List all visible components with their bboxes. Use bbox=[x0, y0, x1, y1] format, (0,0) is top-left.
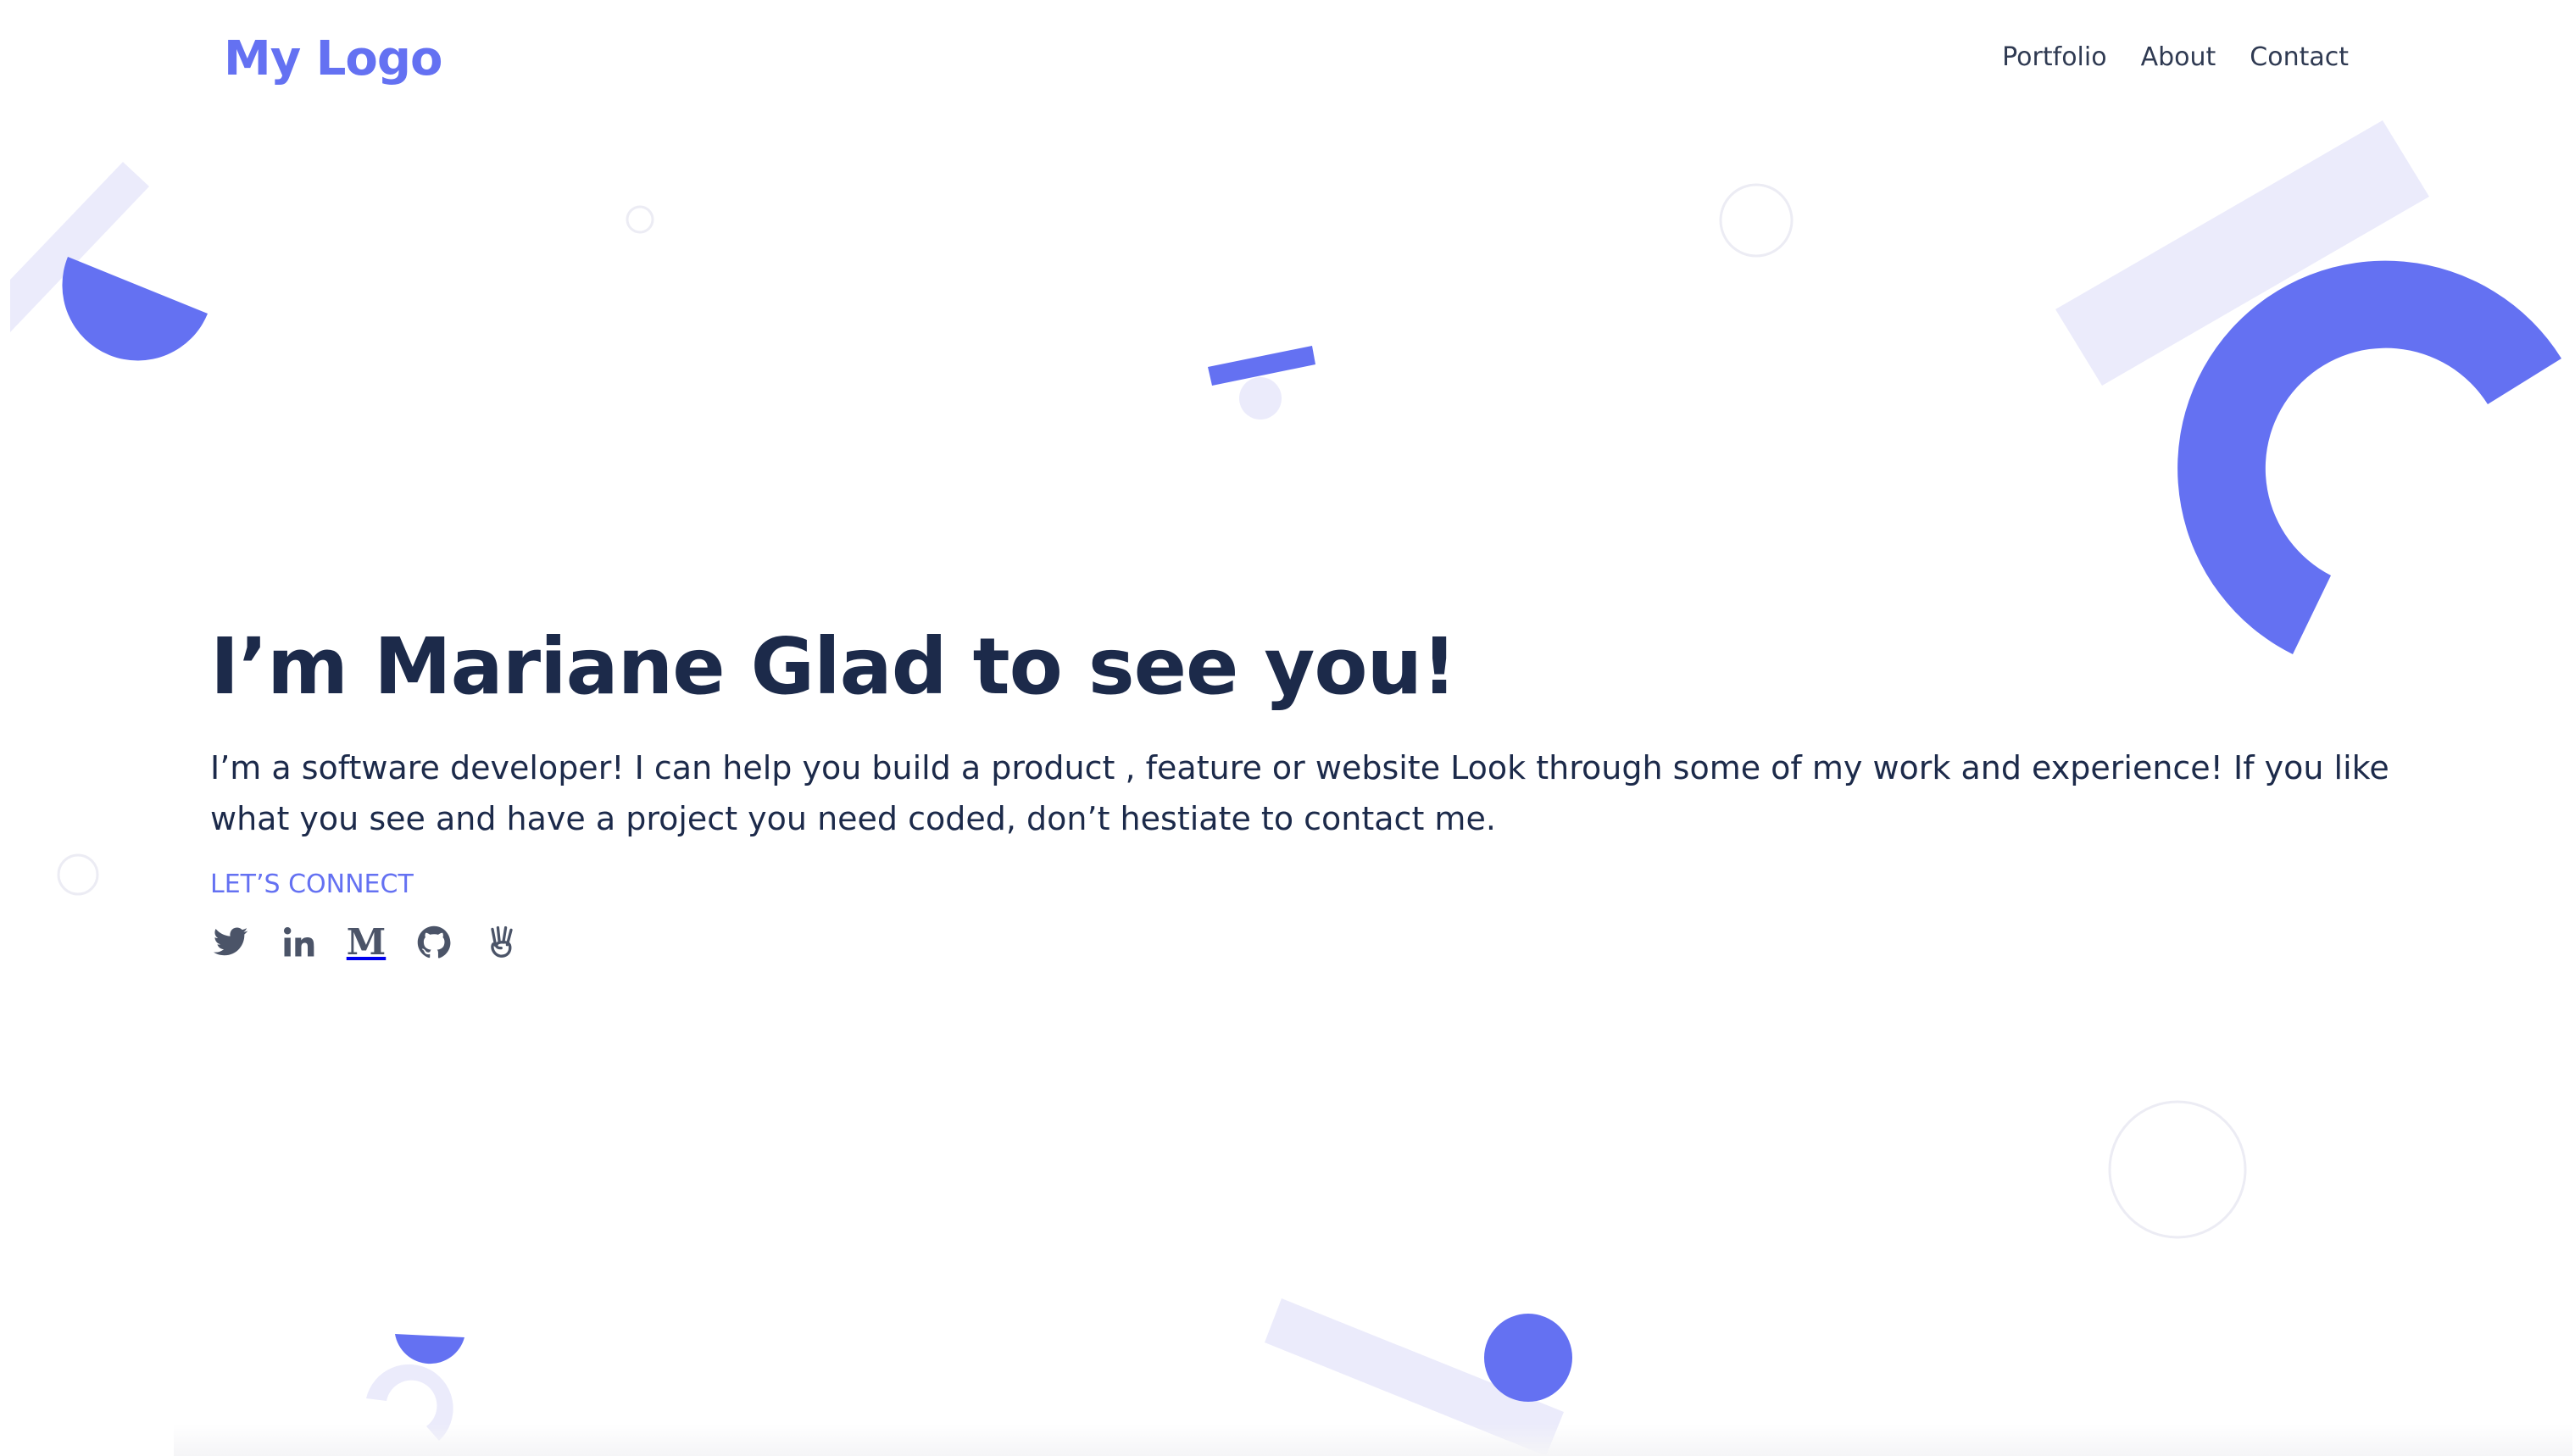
nav-link-portfolio[interactable]: Portfolio bbox=[2002, 34, 2106, 81]
hero-title: I’m Mariane Glad to see you! bbox=[210, 621, 1457, 712]
nav-link-contact[interactable]: Contact bbox=[2250, 34, 2349, 81]
medium-link[interactable]: M bbox=[346, 922, 387, 963]
angellist-icon bbox=[491, 925, 513, 958]
github-link[interactable] bbox=[414, 922, 454, 963]
linkedin-link[interactable] bbox=[278, 922, 319, 963]
logo-link[interactable]: My Logo bbox=[224, 25, 442, 93]
angellist-link[interactable] bbox=[481, 922, 522, 963]
social-links: M bbox=[210, 922, 2380, 963]
decor-arc-top-right bbox=[2177, 260, 2561, 654]
decor-dot-top-center bbox=[1239, 377, 1282, 420]
bottom-fade bbox=[174, 1424, 2572, 1456]
decor-ring-small bbox=[626, 205, 654, 234]
hero-description: I’m a software developer! I can help you… bbox=[210, 749, 2389, 837]
github-icon bbox=[417, 925, 451, 959]
decor-circle-bottom-center bbox=[1484, 1314, 1572, 1402]
decor-ring-bottom-right bbox=[2108, 1100, 2247, 1239]
twitter-icon bbox=[213, 927, 248, 956]
decor-ring-top-center bbox=[1719, 183, 1794, 258]
portfolio-page: My Logo Portfolio About Contact I’m Mari… bbox=[0, 0, 2575, 1456]
nav-link-about[interactable]: About bbox=[2141, 34, 2216, 81]
twitter-link[interactable] bbox=[210, 922, 251, 963]
main-nav: Portfolio About Contact bbox=[2002, 34, 2349, 81]
linkedin-icon bbox=[283, 927, 314, 957]
medium-icon: M bbox=[346, 921, 387, 963]
hero-section: I’m Mariane Glad to see you! I’m a softw… bbox=[210, 614, 2389, 963]
decor-ring-left bbox=[57, 853, 99, 896]
connect-label: LET’S CONNECT bbox=[210, 870, 414, 899]
decor-half-circle-bottom-left bbox=[395, 1334, 464, 1364]
decor-half-circle-top-left bbox=[62, 257, 208, 361]
